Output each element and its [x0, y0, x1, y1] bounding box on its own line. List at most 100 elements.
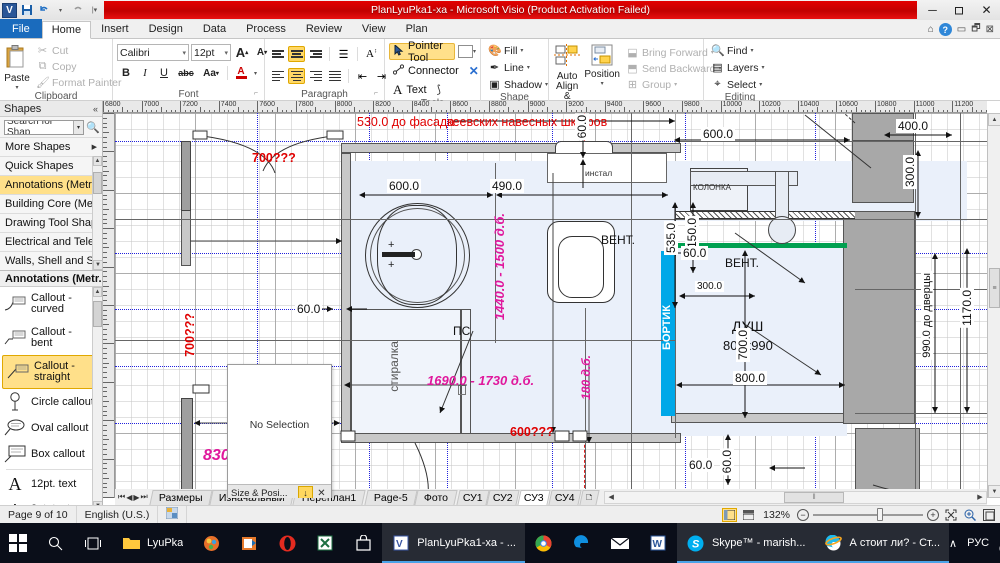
dim-60-bottom[interactable]: 60.0 — [720, 448, 734, 476]
align-left-button[interactable] — [269, 68, 286, 84]
find-button[interactable]: 🔍 Find ▾ — [708, 43, 756, 58]
shape-item-callout-bent[interactable]: Callout - bent — [0, 321, 102, 355]
stencil-walls-shell-structure[interactable]: Walls, Shell and Str... — [0, 251, 102, 270]
scroll-right-icon[interactable]: ▶ — [974, 493, 986, 501]
shape-item-box-callout[interactable]: Box callout — [0, 441, 102, 467]
text-direction-button[interactable]: A↕ — [363, 46, 380, 62]
task-view-button[interactable] — [74, 523, 112, 563]
status-right-controls[interactable]: 132% − + — [722, 507, 1000, 522]
shadow-button[interactable]: ▣ Shadow ▾ — [485, 77, 551, 92]
copy-button[interactable]: ⧉ Copy — [33, 59, 124, 74]
page-count-status[interactable]: Page 9 of 10 — [0, 505, 77, 524]
page-tab-su4[interactable]: СУ4 — [548, 489, 582, 505]
help-icon[interactable]: ? — [938, 23, 952, 36]
annotation-600-q[interactable]: 600??? — [510, 425, 554, 439]
first-page-icon[interactable]: ⏮ — [118, 492, 125, 502]
tray-chevron-icon[interactable]: ∧ — [949, 537, 957, 550]
zoom-level[interactable]: 132% — [760, 509, 793, 521]
line-button[interactable]: ✒ Line ▾ — [485, 60, 533, 75]
stencil-building-core[interactable]: Building Core (Met... — [0, 194, 102, 213]
label-washing-machine[interactable]: стиралка — [387, 341, 401, 392]
tab-plan[interactable]: Plan — [396, 20, 438, 38]
up-chevron-icon[interactable]: ⌂ — [928, 24, 934, 35]
taskbar-item-visio[interactable]: V PlanLyuPka1-xa - ... — [382, 523, 525, 563]
scrollbar-thumb[interactable]: ‖ — [784, 491, 845, 503]
shape-item-callout-curved[interactable]: Callout - curved — [0, 287, 102, 321]
language-indicator[interactable]: РУС — [967, 537, 989, 549]
page-tab-foto[interactable]: Фото — [414, 489, 459, 505]
justify-button[interactable] — [326, 68, 343, 84]
grow-font-button[interactable]: A ▴ — [233, 44, 251, 61]
annotation-1690-1730[interactable]: 1690.0 - 1730 д.б. — [427, 373, 534, 388]
horizontal-ruler[interactable]: 6800 7000 7200 7400 7600 7800 8000 8200 8400 8600… — [103, 101, 987, 113]
zoom-slider-knob[interactable] — [876, 508, 883, 521]
strikethrough-button[interactable]: abc — [174, 65, 198, 82]
canvas-horizontal-scrollbar[interactable]: ◀ ‖ ▶ — [604, 490, 987, 504]
align-top-button[interactable] — [269, 46, 286, 62]
annotation-180db[interactable]: 180 д.б. — [579, 355, 593, 400]
select-button[interactable]: ⌖ Select ▾ — [708, 77, 765, 92]
tab-review[interactable]: Review — [296, 20, 352, 38]
tab-data[interactable]: Data — [193, 20, 236, 38]
page-tab-page5[interactable]: Page-5 — [364, 489, 418, 505]
shape-item-circle-callout[interactable]: Circle callout — [0, 389, 102, 415]
font-color-button[interactable]: A — [232, 65, 250, 82]
label-installation[interactable]: инстал — [585, 168, 612, 178]
align-bottom-button[interactable] — [307, 46, 324, 62]
chevron-down-icon[interactable]: ▾ — [473, 48, 476, 55]
page-nav-buttons[interactable]: ⏮ ◀ ▶ ⏭ — [115, 492, 151, 502]
dim-150[interactable]: 150.0 — [685, 216, 699, 251]
page-tab-su1[interactable]: СУ1 — [455, 489, 489, 505]
scrollbar-thumb[interactable] — [93, 301, 102, 327]
fill-button[interactable]: 🎨 Fill ▾ — [485, 43, 526, 58]
stencil-scrollbar[interactable]: ▲ ▼ — [92, 156, 103, 270]
connector-close-icon[interactable]: ✕ — [469, 64, 479, 78]
stencil-annotations-metric[interactable]: Annotations (Metri... — [0, 175, 102, 194]
scroll-up-icon[interactable]: ▲ — [93, 156, 102, 166]
taskbar-item-ie[interactable]: А стоит ли? - Ст... — [814, 523, 950, 563]
page-tab-su3[interactable]: СУ3 — [517, 489, 551, 505]
scroll-down-icon[interactable]: ▼ — [988, 485, 1000, 498]
more-shapes-row[interactable]: More Shapes ▶ — [0, 137, 102, 156]
label-kolonka[interactable]: КОЛОНКА — [693, 183, 731, 192]
font-family-combo[interactable]: Calibri ▾ — [117, 44, 189, 61]
dim-60-left[interactable]: 60.0 — [295, 302, 323, 316]
save-icon[interactable] — [19, 3, 34, 18]
full-screen-view-button[interactable] — [741, 508, 756, 522]
shapes-search-row[interactable]: Search for Shap ▾ 🔍 — [0, 117, 102, 137]
close-icon[interactable]: ✕ — [315, 488, 328, 499]
shape-items-scrollbar[interactable]: ▲ ▼ — [92, 287, 102, 511]
annotation-530-facade[interactable]: 530.0 до фасада — [357, 115, 454, 129]
minimize-ribbon-icon[interactable]: ▭ — [957, 24, 966, 35]
taskbar-search-button[interactable] — [36, 523, 74, 563]
zoom-window-button[interactable] — [962, 508, 977, 522]
change-case-button[interactable]: Aa ▾ — [199, 65, 223, 82]
label-ps[interactable]: ПС — [453, 324, 470, 338]
insert-page-icon[interactable]: 🗅 — [578, 489, 599, 505]
label-vent-1[interactable]: ВЕНТ. — [601, 233, 635, 247]
taskbar-item-word[interactable]: W — [639, 523, 677, 563]
font-size-combo[interactable]: 12pt ▾ — [191, 44, 231, 61]
fit-page-button[interactable] — [943, 508, 958, 522]
close-button[interactable]: ✕ — [973, 1, 1000, 20]
normal-view-button[interactable] — [722, 507, 738, 522]
scroll-down-icon[interactable]: ▼ — [93, 260, 103, 270]
taskbar-item-opera[interactable] — [268, 523, 306, 563]
tab-process[interactable]: Process — [236, 20, 296, 38]
taskbar-item-media[interactable] — [230, 523, 268, 563]
dim-60-vent[interactable]: 60.0 — [681, 246, 709, 260]
paragraph-dialog-launcher-icon[interactable]: ⌐ — [374, 88, 378, 100]
decrease-indent-button[interactable]: ⇤ — [354, 68, 371, 84]
zoom-slider[interactable] — [813, 508, 923, 522]
zoom-in-button[interactable]: + — [927, 508, 939, 521]
label-bortik[interactable]: БОРТИК — [661, 305, 673, 350]
canvas-vertical-scrollbar[interactable]: ▲ ≡ ▼ — [987, 113, 1000, 498]
dim-700[interactable]: 700.0 — [736, 328, 750, 363]
taskbar-item-excel[interactable] — [306, 523, 344, 563]
cut-button[interactable]: ✂ Cut — [33, 43, 124, 58]
paste-dropdown-icon[interactable]: ▾ — [15, 84, 18, 91]
tab-insert[interactable]: Insert — [91, 20, 139, 38]
stencil-electrical-telecom[interactable]: Electrical and Tele... — [0, 232, 102, 251]
dim-535[interactable]: 535.0 — [664, 221, 678, 256]
underline-button[interactable]: U — [155, 65, 173, 82]
